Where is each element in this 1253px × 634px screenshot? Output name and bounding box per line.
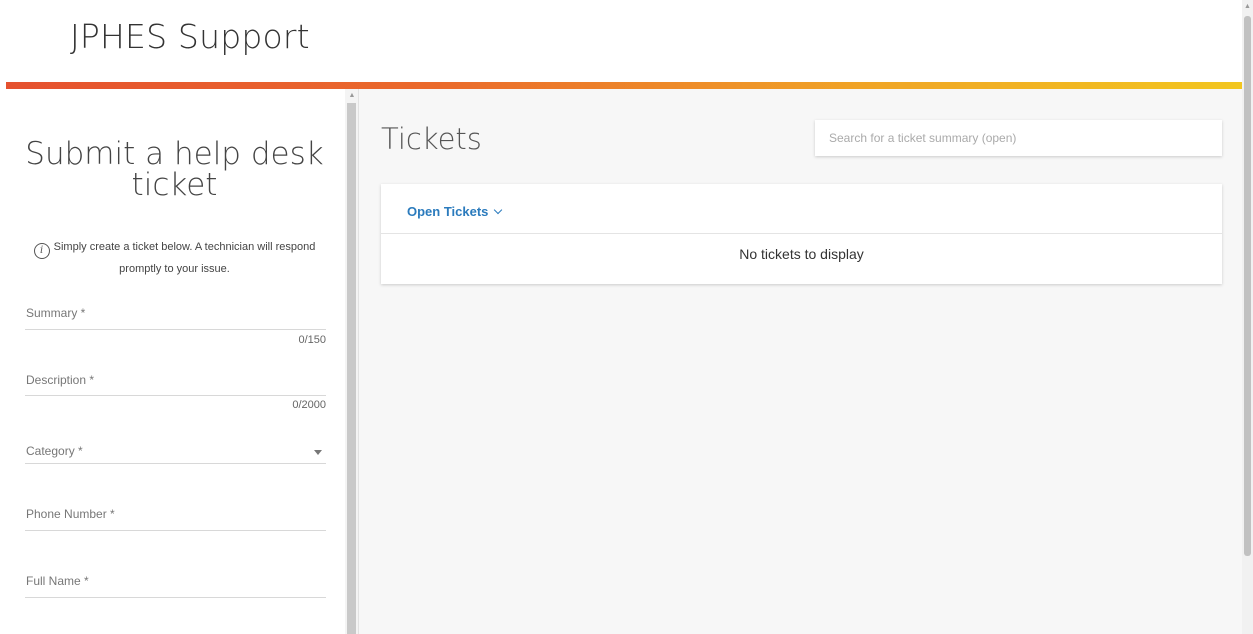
tickets-content: Tickets Open Tickets No tickets to displ… <box>359 89 1242 634</box>
form-info: i Simply create a ticket below. A technic… <box>22 237 327 279</box>
form-title: Submit a help desk ticket <box>25 136 324 203</box>
full-name-underline <box>25 597 326 598</box>
empty-tickets-message: No tickets to display <box>739 246 864 262</box>
header-accent-bar <box>6 82 1242 89</box>
chevron-down-icon <box>494 205 503 215</box>
category-underline <box>25 463 326 464</box>
form-panel-scroll-thumb[interactable] <box>347 103 356 634</box>
ticket-search-box[interactable] <box>815 120 1222 156</box>
tickets-title: Tickets <box>381 122 482 156</box>
open-tickets-filter[interactable]: Open Tickets <box>407 204 503 219</box>
full-name-label: Full Name * <box>26 574 89 588</box>
dropdown-arrow-icon[interactable] <box>314 450 322 455</box>
brand-title: JPHES Support <box>70 17 310 56</box>
form-info-text: Simply create a ticket below. A technici… <box>53 241 316 275</box>
page-scrollbar[interactable]: ▲ <box>1242 0 1253 634</box>
form-panel-scrollbar[interactable]: ▲ <box>345 89 359 634</box>
description-underline <box>25 395 326 396</box>
description-field[interactable]: Description * 0/2000 <box>25 373 326 415</box>
summary-underline <box>25 329 326 330</box>
category-select[interactable]: Category * <box>25 444 326 464</box>
page-scroll-up-arrow-icon[interactable]: ▲ <box>1242 0 1253 14</box>
description-label: Description * <box>26 373 95 387</box>
description-counter: 0/2000 <box>292 399 326 411</box>
summary-label: Summary * <box>26 306 86 320</box>
ticket-form-panel: Submit a help desk ticket i Simply create… <box>0 89 345 634</box>
phone-number-label: Phone Number * <box>26 507 115 521</box>
category-label: Category * <box>26 444 83 458</box>
card-divider <box>381 233 1222 234</box>
full-name-field[interactable]: Full Name * <box>25 574 326 598</box>
summary-counter: 0/150 <box>298 334 326 346</box>
phone-number-field[interactable]: Phone Number * <box>25 507 326 531</box>
tickets-card: Open Tickets No tickets to display <box>381 184 1222 284</box>
page-scroll-thumb[interactable] <box>1244 16 1251 556</box>
summary-field[interactable]: Summary * 0/150 <box>25 306 326 348</box>
scroll-up-arrow-icon[interactable]: ▲ <box>345 89 359 103</box>
ticket-search-input[interactable] <box>815 120 1222 156</box>
phone-number-underline <box>25 530 326 531</box>
open-tickets-filter-label: Open Tickets <box>407 204 489 219</box>
app-header: JPHES Support <box>0 0 1242 82</box>
info-icon: i <box>33 243 50 259</box>
